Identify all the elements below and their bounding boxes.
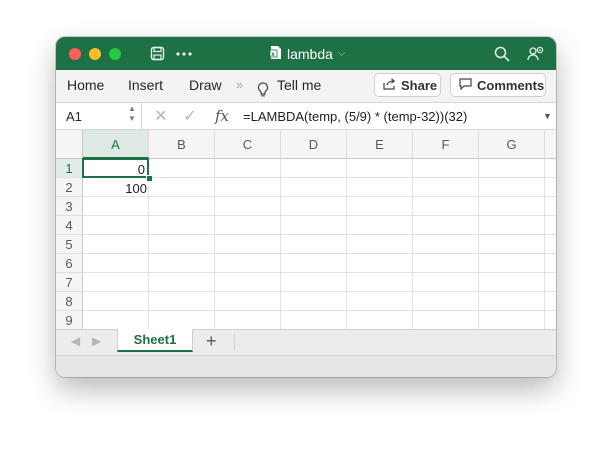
formula-expand-icon[interactable]: ▼	[543, 111, 552, 121]
grid-column-line	[478, 159, 479, 329]
grid-column-line	[346, 159, 347, 329]
chevron-down-icon: ⌵	[337, 48, 346, 59]
grid-row-line	[83, 253, 556, 254]
column-header-c[interactable]: C	[215, 130, 281, 159]
grid-row-line	[83, 196, 556, 197]
column-header-overflow[interactable]	[545, 130, 556, 159]
name-box-stepper[interactable]: ▲ ▼	[128, 104, 136, 124]
column-header-b[interactable]: B	[149, 130, 215, 159]
grid-row-line	[83, 272, 556, 273]
share-label: Share	[401, 77, 438, 93]
search-icon[interactable]	[492, 37, 512, 70]
grid-column-line	[280, 159, 281, 329]
minimize-window-button[interactable]	[89, 48, 101, 60]
close-window-button[interactable]	[69, 48, 81, 60]
grid-row-line	[83, 310, 556, 311]
window-title[interactable]: x lambda ⌵	[269, 37, 346, 70]
add-sheet-button[interactable]: +	[206, 331, 217, 351]
zoom-window-button[interactable]	[109, 48, 121, 60]
grid-row-line	[83, 234, 556, 235]
spreadsheet-grid[interactable]: ABCDEFG 123456789 0 100	[56, 130, 556, 329]
formula-bar: A1 ▲ ▼ ✕ ✓ fx =LAMBDA(temp, (5/9) * (temp…	[56, 102, 556, 130]
column-header-f[interactable]: F	[413, 130, 479, 159]
row-header-8[interactable]: 8	[56, 292, 83, 311]
grid-column-line	[544, 159, 545, 329]
column-header-d[interactable]: D	[281, 130, 347, 159]
grid-row-line	[83, 177, 556, 178]
selected-cell-outline	[82, 158, 149, 178]
account-settings-icon[interactable]	[526, 37, 546, 70]
row-header-7[interactable]: 7	[56, 273, 83, 292]
document-title: lambda	[287, 45, 333, 62]
prev-sheet-icon[interactable]: ◀	[71, 334, 80, 348]
column-header-a[interactable]: A	[83, 130, 149, 159]
row-header-6[interactable]: 6	[56, 254, 83, 273]
name-box[interactable]: A1 ▲ ▼	[56, 103, 142, 129]
grid-column-line	[214, 159, 215, 329]
cell-a2[interactable]: 100	[83, 181, 147, 196]
svg-text:x: x	[271, 51, 275, 58]
name-box-value: A1	[66, 109, 82, 124]
excel-window: x lambda ⌵ Home Insert Draw » Tell me Sh…	[56, 37, 556, 377]
save-icon[interactable]	[147, 37, 167, 70]
sheet-tab-bar: ◀ ▶ Sheet1 +	[56, 329, 556, 355]
share-button[interactable]: Share	[374, 73, 441, 97]
tab-separator	[234, 334, 235, 350]
lightbulb-icon	[257, 78, 269, 97]
cancel-icon[interactable]: ✕	[152, 103, 170, 129]
comments-button[interactable]: Comments	[450, 73, 546, 97]
excel-doc-icon: x	[269, 45, 282, 63]
enter-icon[interactable]: ✓	[181, 103, 199, 129]
row-header-5[interactable]: 5	[56, 235, 83, 254]
insert-function-button[interactable]: fx	[211, 103, 233, 129]
more-options-icon[interactable]	[174, 37, 194, 70]
next-sheet-icon[interactable]: ▶	[92, 334, 101, 348]
comment-icon	[459, 77, 472, 93]
row-header-2[interactable]: 2	[56, 178, 83, 197]
grid-column-line	[148, 159, 149, 329]
row-header-9[interactable]: 9	[56, 311, 83, 329]
grid-row-line	[83, 291, 556, 292]
comments-label: Comments	[477, 77, 545, 93]
grid-column-line	[412, 159, 413, 329]
grid-row-line	[83, 215, 556, 216]
row-header-3[interactable]: 3	[56, 197, 83, 216]
title-bar: x lambda ⌵	[56, 37, 556, 70]
fill-handle[interactable]	[146, 175, 153, 182]
status-bar	[56, 355, 556, 377]
sheet-tab-sheet1[interactable]: Sheet1	[117, 329, 193, 352]
formula-input[interactable]: =LAMBDA(temp, (5/9) * (temp-32))(32)	[243, 109, 467, 124]
share-icon	[383, 77, 396, 93]
row-header-1[interactable]: 1	[56, 159, 83, 178]
column-header-e[interactable]: E	[347, 130, 413, 159]
select-all-corner[interactable]	[56, 130, 83, 159]
column-header-g[interactable]: G	[479, 130, 545, 159]
row-header-4[interactable]: 4	[56, 216, 83, 235]
